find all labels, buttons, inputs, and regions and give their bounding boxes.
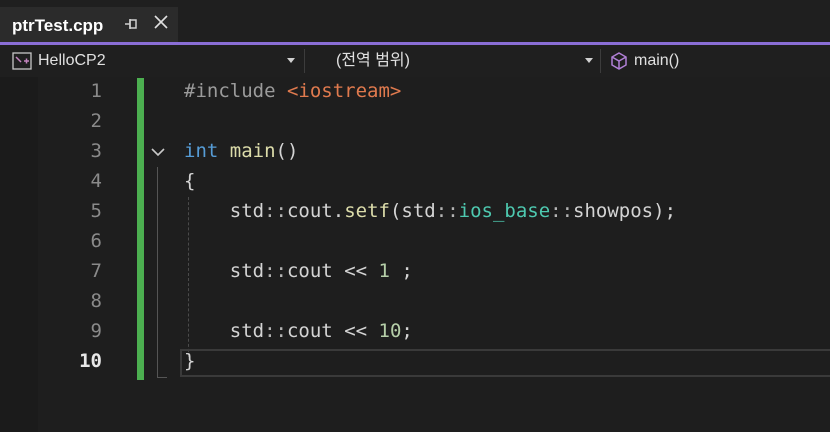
stream-operator: <<	[332, 260, 379, 282]
code-line[interactable]: }	[184, 350, 195, 372]
punctuation: ;	[389, 260, 413, 282]
member-dropdown[interactable]: main()	[634, 45, 679, 77]
fold-chevron-icon[interactable]	[150, 145, 166, 157]
tab-strip: ptrTest.cpp	[0, 0, 830, 42]
function-name: main	[229, 140, 276, 162]
scope-operator: ::	[435, 200, 459, 222]
type-name: ios_base	[458, 200, 551, 222]
number-literal: 1	[378, 260, 390, 282]
namespace: std	[229, 260, 265, 282]
fold-region-guide	[157, 167, 158, 377]
code-line[interactable]: int main()	[184, 140, 298, 162]
parens: ()	[275, 140, 299, 162]
dot-operator: .	[332, 200, 345, 222]
line-number: 5	[90, 200, 102, 222]
identifier: cout	[286, 260, 333, 282]
fold-region-end	[157, 377, 167, 378]
line-number: 7	[90, 260, 102, 282]
code-line[interactable]: std::cout.setf(std::ios_base::showpos);	[184, 200, 676, 222]
project-icon	[12, 52, 32, 75]
chevron-down-icon[interactable]	[287, 58, 295, 63]
punctuation: ;	[401, 320, 413, 342]
indicator-margin	[0, 77, 38, 432]
include-header: <iostream>	[286, 80, 402, 102]
divider	[600, 49, 601, 73]
close-brace: }	[184, 350, 196, 372]
code-line[interactable]: std::cout << 10;	[184, 320, 413, 342]
method-cube-icon	[609, 51, 629, 76]
scope-operator: ::	[264, 200, 287, 222]
line-number: 3	[90, 140, 102, 162]
stream-operator: <<	[332, 320, 379, 342]
identifier: cout	[286, 200, 333, 222]
code-line[interactable]: std::cout << 1 ;	[184, 260, 413, 282]
scope-operator: ::	[264, 260, 287, 282]
namespace: std	[229, 320, 265, 342]
tab-ptrtest-cpp[interactable]: ptrTest.cpp	[0, 7, 178, 42]
code-line[interactable]: #include <iostream>	[184, 80, 401, 102]
scope-operator: ::	[264, 320, 287, 342]
change-tracking-bar	[137, 78, 144, 380]
identifier: showpos	[573, 200, 654, 222]
code-editor[interactable]: 1 2 3 4 5 6 7 8 9 10 #include <iostream>…	[0, 77, 830, 432]
keyword: int	[184, 140, 219, 162]
namespace: std	[401, 200, 436, 222]
function-name: setf	[344, 200, 390, 222]
divider	[304, 49, 305, 73]
line-number: 1	[90, 80, 102, 102]
code-line[interactable]: {	[184, 170, 195, 192]
project-dropdown[interactable]: HelloCP2	[38, 45, 106, 77]
line-number: 8	[90, 290, 102, 312]
scope-dropdown[interactable]: (전역 범위)	[336, 45, 410, 77]
scope-operator: ::	[550, 200, 574, 222]
line-number: 2	[90, 110, 102, 132]
preprocessor-directive: #include	[184, 80, 276, 102]
identifier: cout	[286, 320, 333, 342]
close-icon[interactable]	[152, 13, 170, 31]
paren: (	[389, 200, 402, 222]
line-number: 9	[90, 320, 102, 342]
number-literal: 10	[378, 320, 402, 342]
open-brace: {	[184, 170, 196, 192]
current-line-number: 10	[79, 350, 102, 372]
navigation-bar: HelloCP2 (전역 범위) main()	[0, 45, 830, 77]
pin-icon[interactable]	[122, 15, 140, 33]
tab-title[interactable]: ptrTest.cpp	[12, 16, 103, 36]
punctuation: );	[653, 200, 677, 222]
line-number: 6	[90, 230, 102, 252]
namespace: std	[229, 200, 265, 222]
line-number: 4	[90, 170, 102, 192]
current-line-highlight	[180, 349, 830, 377]
chevron-down-icon[interactable]	[585, 58, 593, 63]
